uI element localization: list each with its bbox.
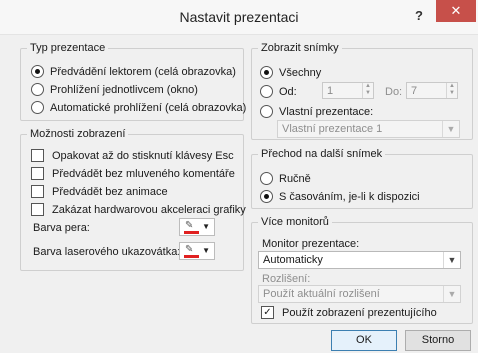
pen-color-label: Barva pera: — [33, 222, 90, 234]
check-no-narration-label: Předvádět bez mluveného komentáře — [52, 167, 235, 180]
chevron-down-icon: ▼ — [202, 246, 210, 255]
dialog-title: Nastavit prezentaci — [179, 9, 299, 25]
to-slide-input[interactable]: 7 ▲ ▼ — [406, 82, 458, 99]
radio-individual-indicator[interactable] — [31, 83, 44, 96]
custom-show-value: Vlastní prezentace 1 — [282, 123, 383, 135]
ok-button[interactable]: OK — [331, 330, 397, 351]
chevron-down-icon: ▼ — [442, 121, 459, 137]
show-slides-legend: Zobrazit snímky — [258, 42, 342, 54]
from-slide-input[interactable]: 1 ▲ ▼ — [322, 82, 374, 99]
chevron-down-icon: ▼ — [202, 222, 210, 231]
radio-all-slides[interactable]: Všechny — [260, 66, 321, 79]
radio-timings-label: S časováním, je-li k dispozici — [279, 190, 420, 203]
resolution-label: Rozlišení: — [262, 273, 311, 285]
radio-timings[interactable]: S časováním, je-li k dispozici — [260, 190, 420, 203]
chevron-down-icon: ▼ — [443, 286, 460, 302]
help-button[interactable]: ? — [408, 6, 430, 26]
monitors-legend: Více monitorů — [258, 216, 332, 228]
radio-manual-indicator[interactable] — [260, 172, 273, 185]
to-slide-label: Do: — [385, 86, 403, 98]
radio-individual-label: Prohlížení jednotlivcem (okno) — [50, 83, 198, 96]
monitor-value: Automaticky — [263, 254, 323, 266]
pen-icon: ✎ — [185, 220, 194, 231]
monitor-label: Monitor prezentace: — [262, 238, 360, 250]
radio-individual[interactable]: Prohlížení jednotlivcem (okno) — [31, 83, 198, 96]
spin-arrows-icon[interactable]: ▲ ▼ — [446, 83, 457, 98]
check-no-hw-accel[interactable]: Zakázat hardwarovou akceleraci grafiky — [31, 203, 246, 216]
check-presenter-view-box[interactable]: ✓ — [261, 306, 274, 319]
radio-custom-show-label: Vlastní prezentace: — [279, 105, 374, 118]
check-loop[interactable]: Opakovat až do stisknutí klávesy Esc — [31, 149, 234, 162]
to-slide-value: 7 — [411, 85, 418, 97]
check-presenter-view-label: Použít zobrazení prezentujícího — [282, 306, 437, 319]
radio-custom-show-indicator[interactable] — [260, 105, 273, 118]
show-type-legend: Typ prezentace — [27, 42, 109, 54]
radio-presenter-indicator[interactable] — [31, 65, 44, 78]
radio-all-slides-label: Všechny — [279, 66, 322, 79]
radio-range[interactable]: Od: — [260, 85, 297, 98]
radio-range-label: Od: — [279, 85, 297, 98]
close-button[interactable]: ✕ — [436, 0, 476, 22]
resolution-value: Použít aktuální rozlišení — [263, 288, 380, 300]
radio-presenter-label: Předvádění lektorem (celá obrazovka) — [50, 65, 236, 78]
radio-manual[interactable]: Ručně — [260, 172, 311, 185]
check-no-animation-label: Předvádět bez animace — [52, 185, 168, 198]
laser-color-swatch — [184, 255, 199, 258]
radio-kiosk-indicator[interactable] — [31, 101, 44, 114]
show-options-legend: Možnosti zobrazení — [27, 128, 129, 140]
from-slide-value: 1 — [327, 85, 334, 97]
advance-legend: Přechod na další snímek — [258, 148, 386, 160]
radio-all-slides-indicator[interactable] — [260, 66, 273, 79]
check-no-narration-box[interactable] — [31, 167, 44, 180]
radio-range-indicator[interactable] — [260, 85, 273, 98]
check-no-hw-accel-label: Zakázat hardwarovou akceleraci grafiky — [52, 203, 246, 216]
pen-color-swatch — [184, 231, 199, 234]
radio-manual-label: Ručně — [279, 172, 311, 185]
check-no-hw-accel-box[interactable] — [31, 203, 44, 216]
custom-show-select[interactable]: Vlastní prezentace 1 ▼ — [277, 120, 460, 138]
laser-color-button[interactable]: ✎ ▼ — [179, 242, 215, 260]
check-loop-box[interactable] — [31, 149, 44, 162]
radio-timings-indicator[interactable] — [260, 190, 273, 203]
check-loop-label: Opakovat až do stisknutí klávesy Esc — [52, 149, 234, 162]
title-bar: Nastavit prezentaci ? ✕ — [0, 0, 478, 35]
check-no-narration[interactable]: Předvádět bez mluveného komentáře — [31, 167, 235, 180]
check-presenter-view[interactable]: ✓ Použít zobrazení prezentujícího — [261, 306, 437, 319]
monitor-select[interactable]: Automaticky ▼ — [258, 251, 461, 269]
pen-color-button[interactable]: ✎ ▼ — [179, 218, 215, 236]
radio-kiosk-label: Automatické prohlížení (celá obrazovka) — [50, 101, 247, 114]
radio-custom-show[interactable]: Vlastní prezentace: — [260, 105, 373, 118]
laser-color-label: Barva laserového ukazovátka: — [33, 246, 181, 258]
resolution-select[interactable]: Použít aktuální rozlišení ▼ — [258, 285, 461, 303]
chevron-down-icon: ▼ — [443, 252, 460, 268]
radio-presenter[interactable]: Předvádění lektorem (celá obrazovka) — [31, 65, 236, 78]
pen-icon: ✎ — [185, 244, 194, 255]
cancel-button[interactable]: Storno — [405, 330, 471, 351]
check-no-animation[interactable]: Předvádět bez animace — [31, 185, 168, 198]
spin-arrows-icon[interactable]: ▲ ▼ — [362, 83, 373, 98]
radio-kiosk[interactable]: Automatické prohlížení (celá obrazovka) — [31, 101, 246, 114]
check-no-animation-box[interactable] — [31, 185, 44, 198]
